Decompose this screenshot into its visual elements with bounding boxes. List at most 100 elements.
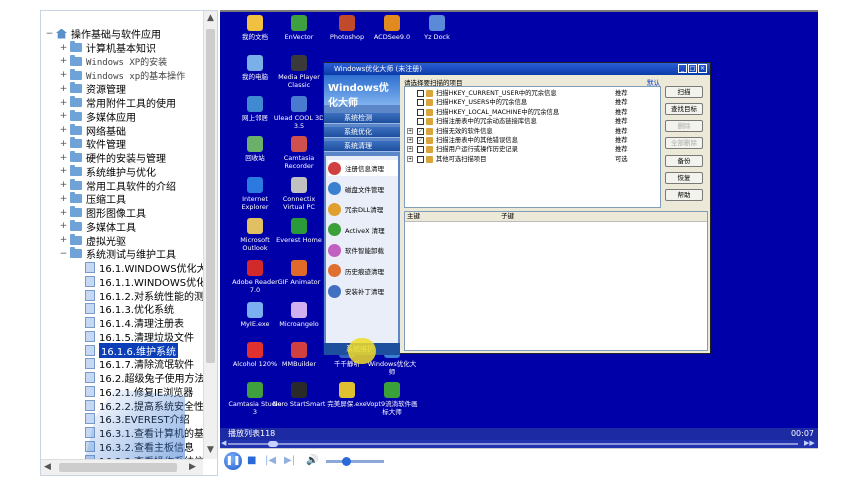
nav-system-check[interactable]: 系统检测 — [324, 113, 400, 124]
scan-item[interactable]: + 其他可选扫描项目 可选 — [405, 155, 660, 164]
tree-root[interactable]: − 操作基础与软件应用 — [45, 27, 161, 41]
expand-icon[interactable]: + — [59, 180, 68, 190]
expand-icon[interactable]: + — [59, 221, 68, 231]
desktop-icon[interactable]: Connectix Virtual PC — [272, 177, 326, 211]
tree-vertical-scrollbar[interactable]: ▲ ▼ — [203, 11, 217, 459]
previous-button[interactable]: |◀ — [265, 455, 276, 467]
clean-subitem[interactable]: 安装补丁清理 — [328, 283, 398, 299]
seek-knob[interactable] — [267, 441, 278, 447]
desktop-icon[interactable]: Ulead COOL 3D 3.5 — [272, 96, 326, 130]
results-grid[interactable]: 主键 子键 — [404, 211, 708, 351]
tree-item[interactable]: + 多媒体应用 — [59, 109, 136, 124]
seek-forward-icon[interactable]: ▶▶ — [804, 439, 815, 447]
tree-child-item[interactable]: 16.1.6.维护系统 — [85, 342, 178, 358]
volume-icon[interactable]: 🔊 — [306, 455, 318, 467]
expand-icon[interactable]: + — [59, 56, 68, 66]
expand-icon[interactable]: + — [59, 111, 68, 121]
scan-item[interactable]: 扫描HKEY_USERS中的冗余信息 推荐 — [405, 98, 660, 107]
expand-icon[interactable]: + — [407, 127, 413, 134]
expand-icon[interactable]: + — [59, 43, 68, 53]
volume-slider[interactable] — [326, 460, 384, 463]
expand-icon[interactable]: + — [59, 194, 68, 204]
dialog-button[interactable]: 备份 — [665, 155, 703, 167]
scan-item[interactable]: + ✓ 扫描无效的软件信息 推荐 — [405, 127, 660, 136]
tree-item[interactable]: + 常用附件工具的使用 — [59, 96, 176, 110]
grid-col-subkey[interactable]: 子键 — [501, 212, 514, 221]
maximize-icon[interactable]: □ — [688, 64, 697, 73]
tree-item[interactable]: + 软件管理 — [59, 137, 126, 151]
desktop-icon[interactable]: Vopt9流淌软件画标大师 — [365, 382, 419, 416]
tree-item[interactable]: + 常用工具软件的介绍 — [59, 178, 176, 193]
clean-subitem[interactable]: 软件智能卸载 — [328, 242, 398, 258]
desktop-icon[interactable]: Camtasia Recorder — [272, 136, 326, 170]
scan-item-checkbox[interactable]: ✓ — [417, 127, 424, 135]
scan-item-checkbox[interactable] — [417, 155, 424, 163]
nav-system-clean[interactable]: 系统清理 — [324, 141, 400, 152]
close-icon[interactable]: × — [698, 64, 707, 73]
desktop-icon[interactable]: EnVector — [272, 15, 326, 41]
dialog-button[interactable]: 删除 — [665, 120, 703, 132]
expand-icon[interactable]: + — [59, 235, 68, 245]
expand-icon[interactable]: + — [59, 139, 68, 149]
scan-item-checkbox[interactable] — [417, 90, 424, 97]
expand-icon[interactable]: + — [59, 125, 68, 135]
expand-icon[interactable]: + — [59, 70, 68, 80]
pause-button[interactable]: ❚❚ — [224, 452, 242, 470]
tree-item[interactable]: − 系统测试与维护工具 — [59, 247, 176, 261]
scan-item[interactable]: + 扫描用户运行或操作历史记录 推荐 — [405, 145, 660, 154]
clean-subitem[interactable]: 注册信息清理 — [328, 160, 398, 176]
dialog-button[interactable]: 恢复 — [665, 172, 703, 184]
expand-icon[interactable]: + — [407, 146, 413, 153]
tree-item[interactable]: + 多媒体工具 — [59, 219, 136, 234]
scroll-left-icon[interactable]: ◀ — [44, 462, 51, 472]
tree-child-item[interactable]: 16.1.5.清理垃圾文件 — [85, 330, 194, 344]
desktop-icon[interactable]: Everest Home — [272, 218, 326, 244]
tree-item[interactable]: + 网络基础 — [59, 123, 126, 138]
grid-col-key[interactable]: 主键 — [407, 212, 420, 221]
tree-child-item[interactable]: 16.1.WINDOWS优化大师的 — [85, 261, 203, 275]
tree-child-item[interactable]: 16.1.2.对系统性能的测试 — [85, 289, 203, 303]
scan-item-list[interactable]: 扫描HKEY_CURRENT_USER中的冗余信息 推荐 扫描HKEY_USERS中… — [404, 86, 661, 208]
tree-child-item[interactable]: 16.1.7.清除流氓软件 — [85, 357, 194, 371]
scroll-thumb[interactable] — [206, 29, 215, 363]
scan-item[interactable]: 扫描HKEY_CURRENT_USER中的冗余信息 推荐 — [405, 89, 660, 98]
tree-item[interactable]: + 压缩工具 — [59, 192, 126, 206]
tree-child-item[interactable]: 16.1.1.WINDOWS优化大师 — [85, 275, 203, 289]
scroll-up-icon[interactable]: ▲ — [207, 13, 214, 23]
scan-item-checkbox[interactable]: ✓ — [417, 137, 424, 144]
next-button[interactable]: ▶| — [284, 455, 295, 467]
minimize-icon[interactable]: _ — [678, 64, 687, 73]
scan-item-checkbox[interactable] — [417, 118, 424, 126]
volume-knob[interactable] — [342, 457, 351, 466]
tree-item[interactable]: + Windows XP的安装 — [59, 54, 167, 68]
video-frame[interactable]: 我的文档 EnVector Photoshop ACDSee9.0 Yz Dock 我的电… — [220, 10, 818, 428]
scan-item[interactable]: 扫描注册表中的冗余动态链接库信息 推荐 — [405, 117, 660, 126]
desktop-icon[interactable]: Yz Dock — [410, 15, 464, 41]
expand-icon[interactable]: + — [59, 208, 68, 218]
dialog-button[interactable]: 帮助 — [665, 189, 703, 201]
desktop-icon[interactable]: MMBuilder — [272, 342, 326, 368]
tree-item[interactable]: + 硬件的安装与管理 — [59, 151, 166, 165]
tree-item[interactable]: + 计算机基本知识 — [59, 41, 156, 55]
tree-item[interactable]: + 系统维护与优化 — [59, 164, 156, 179]
collapse-icon[interactable]: − — [45, 29, 54, 39]
scan-item-checkbox[interactable] — [417, 146, 424, 154]
tree-item[interactable]: + 虚拟光驱 — [59, 233, 126, 248]
tree-item[interactable]: + Windows xp的基本操作 — [59, 68, 185, 82]
seek-track[interactable] — [228, 443, 798, 445]
clean-subitem[interactable]: 磁盘文件管理 — [328, 181, 398, 197]
tree-child-item[interactable]: 16.2.超级兔子使用方法 — [85, 371, 203, 385]
desktop-icon[interactable]: Nero StartSmart — [272, 382, 326, 408]
tree-child-item[interactable]: 16.1.3.优化系统 — [85, 302, 174, 316]
tree-item[interactable]: + 资源管理 — [59, 82, 126, 96]
dialog-button[interactable]: 扫描 — [665, 86, 703, 98]
scan-item-checkbox[interactable] — [417, 99, 424, 107]
seek-bar[interactable]: ◀ ▶▶ — [220, 439, 818, 448]
desktop-icon[interactable]: Media Player Classic — [272, 55, 326, 89]
clean-subitem[interactable]: ActiveX 清理 — [328, 222, 398, 238]
desktop-icon[interactable]: Microangelo — [272, 302, 326, 328]
dialog-button[interactable]: 查找目标 — [665, 103, 703, 115]
tree-item[interactable]: + 图形图像工具 — [59, 206, 146, 220]
expand-icon[interactable]: + — [407, 155, 413, 162]
scroll-right-icon[interactable]: ▶ — [189, 462, 196, 472]
